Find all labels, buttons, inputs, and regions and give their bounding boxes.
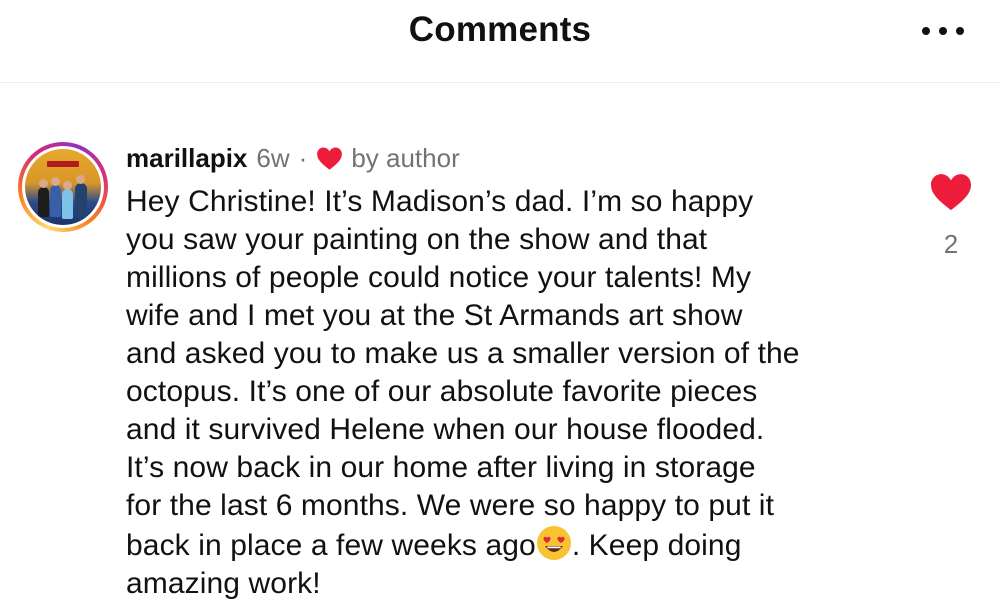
netflix-logo (47, 161, 79, 167)
comments-header: Comments (0, 0, 1000, 83)
heart-eyes-emoji-icon (536, 526, 571, 560)
more-options-icon[interactable] (922, 25, 964, 37)
avatar[interactable] (18, 142, 108, 232)
meta-separator: · (298, 143, 308, 173)
liked-by-author-label: by author (351, 143, 460, 173)
comment-meta: marillapix 6w · by author (126, 142, 460, 174)
person (38, 187, 49, 217)
person-head (76, 175, 85, 184)
comment-username[interactable]: marillapix (126, 142, 247, 174)
page-title: Comments (408, 10, 592, 49)
more-dot (922, 27, 930, 35)
heart-icon (317, 146, 343, 170)
person (62, 189, 73, 219)
person (75, 183, 87, 217)
person (50, 185, 61, 217)
person-head (51, 177, 60, 186)
person-head (39, 179, 48, 188)
more-dot (939, 27, 947, 35)
person-head (63, 181, 72, 190)
comment-text-part: Hey Christine! It’s Madison’s dad. I’m s… (126, 185, 800, 562)
like-count: 2 (943, 229, 959, 259)
comment-text: Hey Christine! It’s Madison’s dad. I’m s… (126, 183, 926, 603)
more-dot (956, 27, 964, 35)
like-heart-icon[interactable] (929, 172, 973, 212)
avatar-ring-gap (22, 146, 104, 228)
avatar-photo (25, 149, 101, 225)
comment-timestamp: 6w (256, 143, 290, 173)
